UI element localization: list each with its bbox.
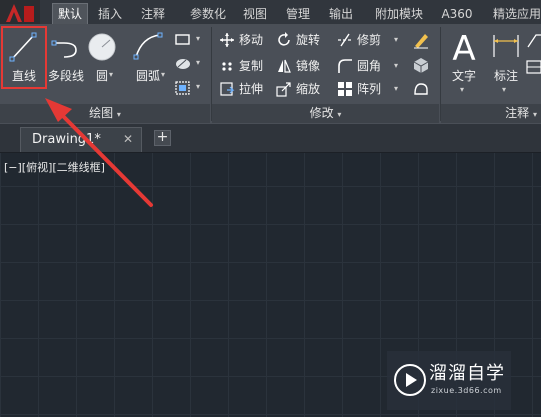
tab-a360[interactable]: A360 [437, 4, 477, 24]
move-icon [220, 33, 234, 47]
tab-view[interactable]: 视图 [238, 4, 272, 24]
tab-insert[interactable]: 插入 [93, 4, 127, 24]
fillet-dropdown-caret-icon[interactable]: ▾ [394, 55, 398, 77]
arc-dropdown-caret-icon[interactable]: ▾ [161, 70, 165, 79]
copy-icon [222, 62, 232, 71]
ribbon-tab-bar: 默认 插入 注释 参数化 视图 管理 输出 附加模块 A360 精选应用 [0, 0, 541, 25]
dimension-icon [493, 35, 519, 57]
leader-icon [527, 34, 541, 48]
rectangle-dropdown-caret-icon[interactable]: ▾ [196, 34, 200, 43]
polyline-tool-label: 多段线 [47, 69, 84, 83]
autocad-logo-icon [6, 4, 34, 22]
drawing-file-tab[interactable]: Drawing1* ✕ [20, 127, 142, 152]
boundary-tool-button[interactable]: ▾ [172, 79, 204, 97]
viewport-controls-label[interactable]: [−][俯视][二维线框] [4, 159, 105, 175]
erase-icon [414, 34, 428, 49]
array-dropdown-caret-icon[interactable]: ▾ [394, 78, 398, 100]
dimension-tool-button[interactable]: 标注 ▾ [488, 27, 524, 94]
drawing-canvas[interactable]: [−][俯视][二维线框] 溜溜自学 zixue.3d66.com [0, 153, 541, 417]
tab-featured-apps[interactable]: 精选应用 [486, 4, 541, 24]
text-tool-label: 文字 [451, 69, 476, 83]
circle-dropdown-caret-icon[interactable]: ▾ [109, 70, 113, 79]
circle-tool-label: 圆 [95, 69, 108, 83]
arc-tool-button[interactable]: 圆弧 ▾ [128, 27, 168, 89]
boundary-icon [175, 81, 190, 95]
edit-polyline-icon [414, 83, 428, 95]
modify-panel-expand-icon: ▾ [337, 110, 342, 119]
trim-icon [338, 33, 352, 47]
scale-icon [276, 82, 291, 97]
dimension-dropdown-caret-icon[interactable]: ▾ [502, 85, 506, 94]
document-tab-bar: Drawing1* ✕ + [0, 124, 541, 153]
text-tool-button[interactable]: A 文字 ▾ [444, 27, 484, 94]
modify-panel-title[interactable]: 修改 ▾ [212, 104, 439, 123]
fillet-icon [338, 59, 352, 73]
modify-panel-title-text: 修改 [309, 106, 334, 120]
boundary-dropdown-caret-icon[interactable]: ▾ [196, 82, 200, 91]
text-icon: A [452, 29, 475, 67]
app-menu-button[interactable] [0, 0, 40, 24]
erase-tool-button[interactable] [412, 31, 430, 49]
circle-icon [88, 33, 116, 61]
hatch-dropdown-caret-icon[interactable]: ▾ [196, 58, 200, 67]
ribbon-panel-area: 直线 多段线 圆 ▾ 圆弧 ▾ ▾ ▾ ▾ 绘图 ▾ 移动 旋转 修剪 ▾ 复制… [0, 25, 541, 124]
edit-polyline-tool-button[interactable] [412, 80, 430, 98]
block-tool-button[interactable] [412, 56, 430, 74]
tab-output[interactable]: 输出 [324, 4, 358, 24]
tab-parametric[interactable]: 参数化 [184, 4, 232, 24]
drawing-tab-name: Drawing1* [32, 132, 101, 147]
rectangle-tool-button[interactable]: ▾ [172, 31, 204, 49]
tab-default[interactable]: 默认 [52, 3, 88, 24]
annotation-panel-title-text: 注释 [505, 106, 530, 120]
play-logo-icon [394, 364, 426, 396]
block-icon [413, 58, 429, 73]
rotate-icon [278, 32, 290, 46]
arc-icon [133, 32, 163, 60]
stretch-icon [220, 82, 235, 96]
svg-text:A: A [452, 29, 475, 67]
mirror-icon [278, 59, 291, 73]
table-tool-button[interactable] [526, 58, 541, 76]
dimension-tool-label: 标注 [493, 69, 518, 83]
text-dropdown-caret-icon[interactable]: ▾ [460, 85, 464, 94]
watermark-url: zixue.3d66.com [431, 386, 502, 395]
annotation-panel-title[interactable]: 注释 ▾ [441, 104, 541, 123]
watermark: 溜溜自学 zixue.3d66.com [387, 351, 511, 410]
annotation-panel-expand-icon: ▾ [532, 110, 537, 119]
hatch-icon [176, 59, 190, 69]
circle-tool-button[interactable]: 圆 ▾ [86, 27, 118, 89]
rectangle-icon [175, 34, 190, 45]
close-icon[interactable]: ✕ [123, 132, 133, 146]
line-tool-highlight [1, 26, 47, 89]
new-drawing-tab-button[interactable]: + [154, 130, 171, 146]
hatch-tool-button[interactable]: ▾ [172, 55, 204, 73]
draw-panel-title[interactable]: 绘图 ▾ [0, 104, 210, 123]
plus-icon: + [156, 129, 169, 145]
polyline-tool-button[interactable]: 多段线 [46, 27, 86, 89]
array-icon [338, 82, 352, 96]
tab-addins[interactable]: 附加模块 [368, 4, 430, 24]
tab-manage[interactable]: 管理 [281, 4, 315, 24]
draw-panel-expand-icon: ▾ [116, 110, 121, 119]
watermark-title: 溜溜自学 [429, 363, 505, 384]
leader-tool-button[interactable] [526, 31, 541, 49]
polyline-icon [51, 40, 77, 58]
table-icon [526, 60, 541, 74]
draw-panel-title-text: 绘图 [89, 106, 114, 120]
tab-annotate[interactable]: 注释 [136, 4, 170, 24]
trim-dropdown-caret-icon[interactable]: ▾ [394, 29, 398, 51]
